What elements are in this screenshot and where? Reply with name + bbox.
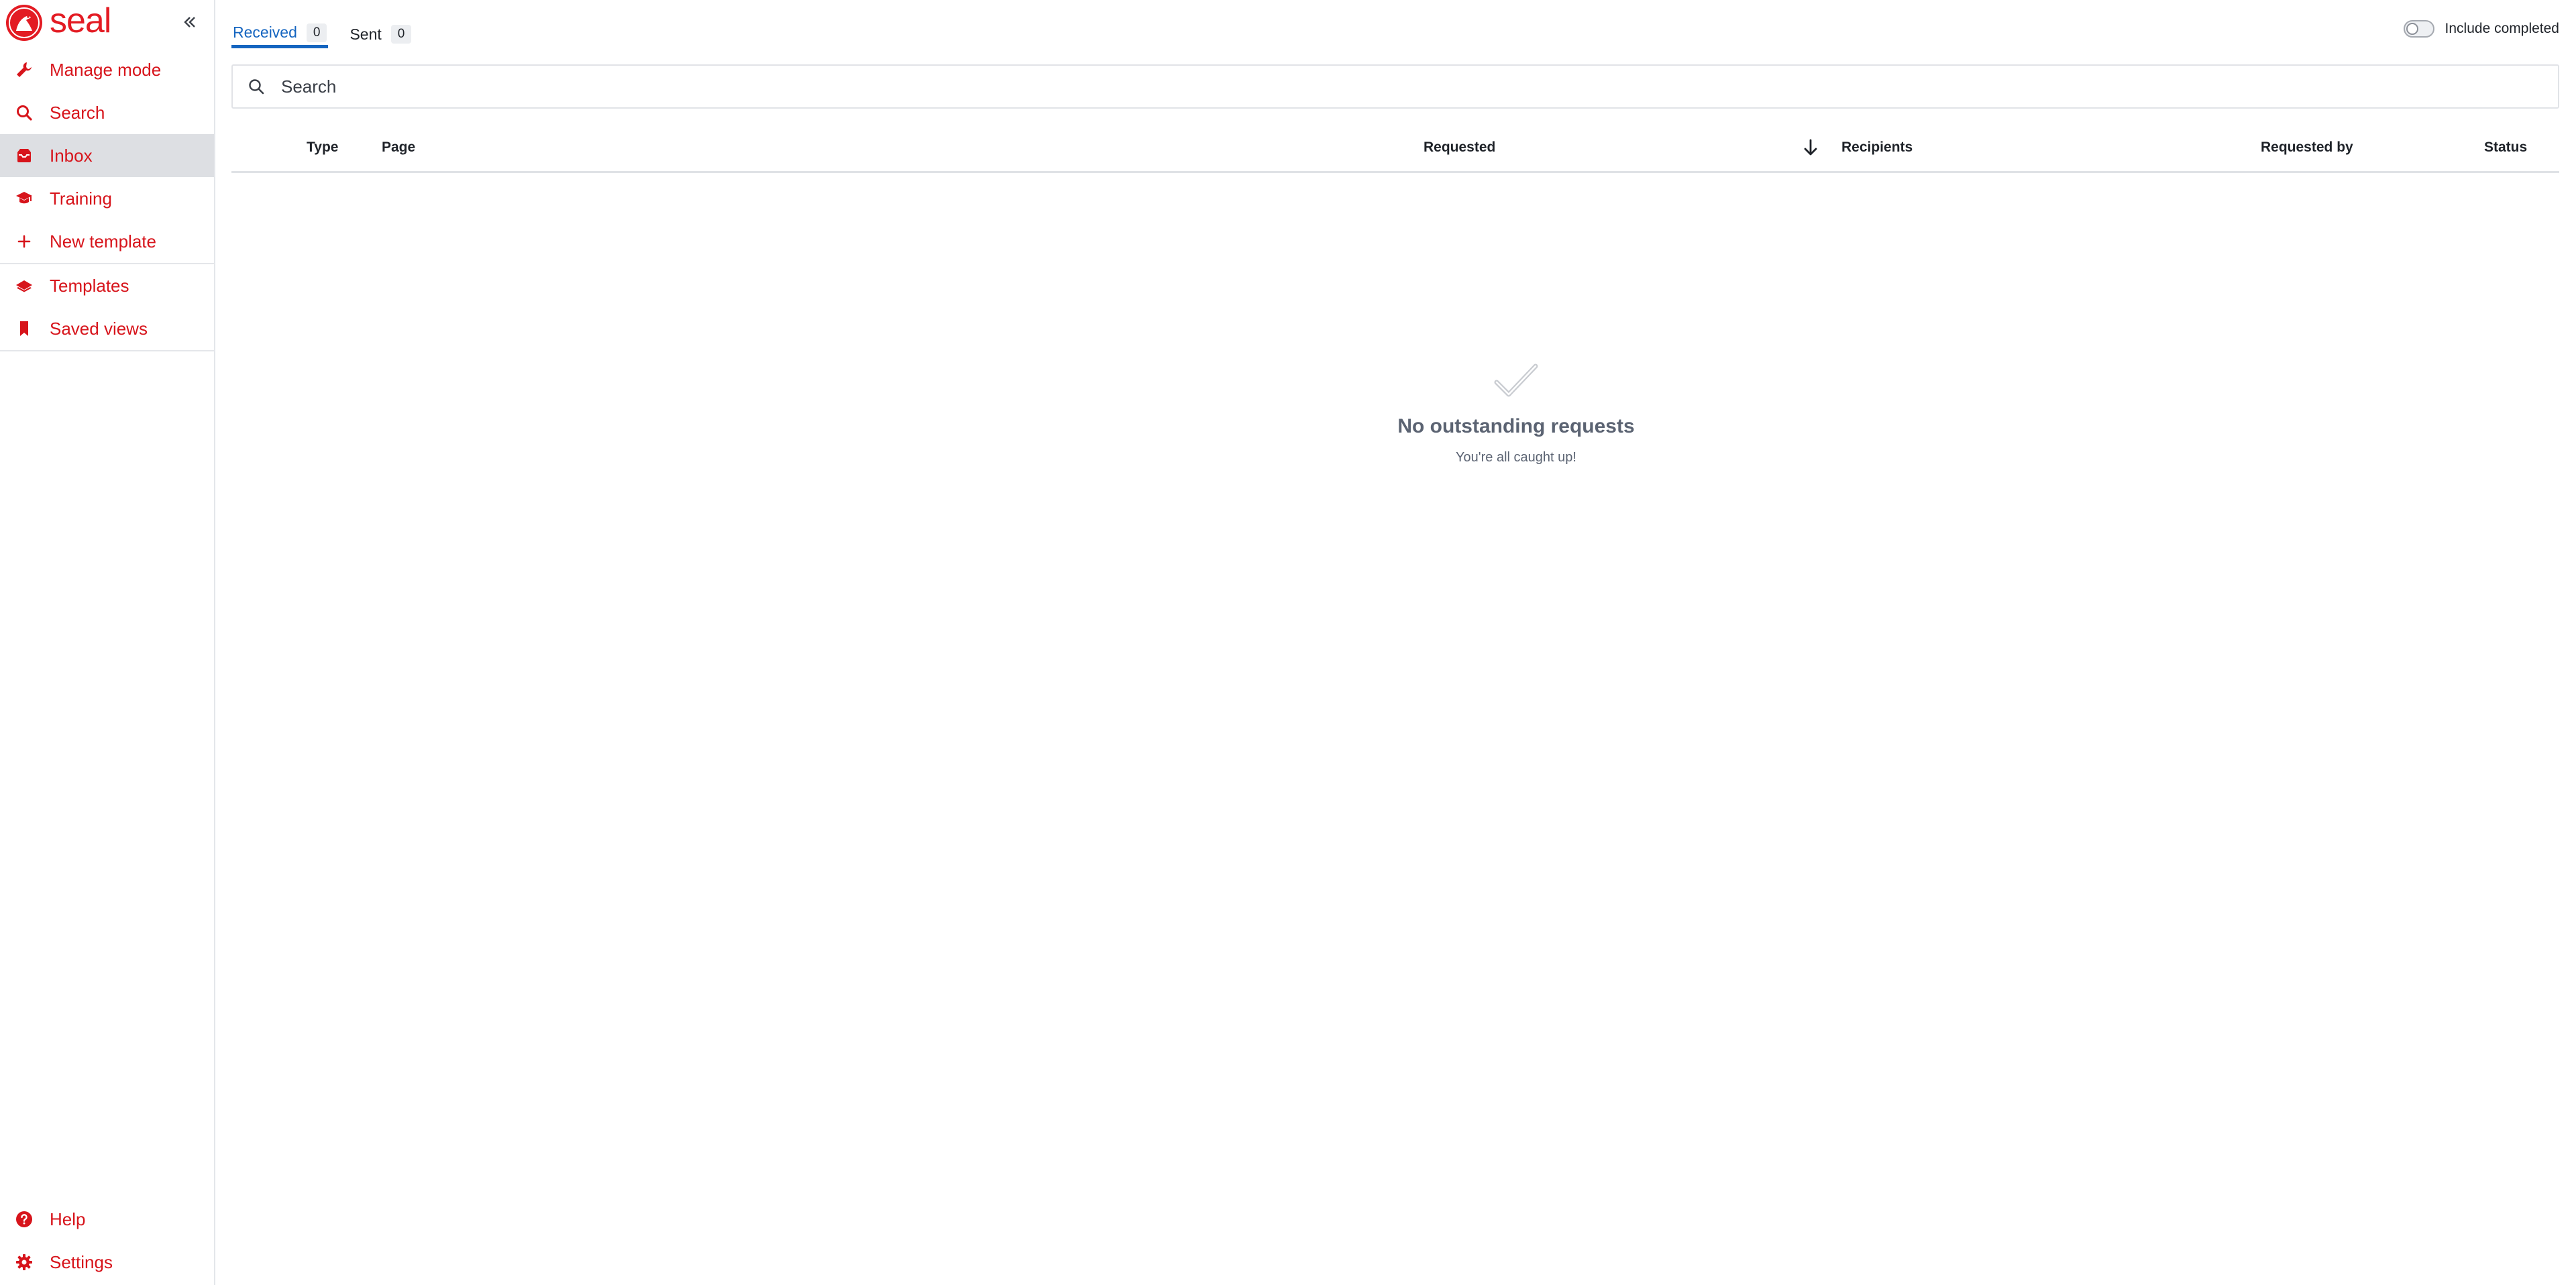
column-header-recipients[interactable]: Recipients <box>1841 131 1913 164</box>
sidebar: seal Manage mode Search Inbox Training N… <box>0 0 215 1285</box>
column-label: Type <box>307 139 339 155</box>
nav-divider <box>0 350 214 351</box>
column-label: Page <box>382 139 416 155</box>
sidebar-bottom-nav: Help Settings <box>0 1198 214 1284</box>
empty-state: No outstanding requests You're all caugh… <box>1348 362 1684 465</box>
sidebar-item-label: Inbox <box>50 145 93 166</box>
toggle-knob <box>2406 23 2418 35</box>
search-box <box>231 64 2559 109</box>
collapse-sidebar-button[interactable] <box>180 12 200 32</box>
column-header-status[interactable]: Status <box>2484 131 2527 164</box>
table-header: Type Page Requested Recipients Requested… <box>231 131 2559 173</box>
sidebar-item-saved-views[interactable]: Saved views <box>0 307 214 350</box>
tab-count-badge: 0 <box>390 25 412 44</box>
empty-state-subtitle: You're all caught up! <box>1456 450 1576 465</box>
layers-icon <box>15 276 34 295</box>
sidebar-item-templates[interactable]: Templates <box>0 264 214 307</box>
checkmark-icon <box>1494 364 1538 397</box>
column-header-page[interactable]: Page <box>382 131 415 164</box>
sidebar-item-label: Training <box>50 188 112 209</box>
double-chevron-left-icon <box>184 17 195 27</box>
sidebar-item-settings[interactable]: Settings <box>0 1241 214 1284</box>
search-icon <box>233 66 280 107</box>
column-label: Requested by <box>2261 139 2353 155</box>
empty-state-title: No outstanding requests <box>1397 415 1635 437</box>
sidebar-item-manage-mode[interactable]: Manage mode <box>0 48 214 91</box>
seal-logo-icon <box>6 5 42 41</box>
column-label: Status <box>2484 139 2528 155</box>
sidebar-item-training[interactable]: Training <box>0 177 214 220</box>
bookmark-icon <box>15 319 34 338</box>
include-completed-control: Include completed <box>2403 20 2559 38</box>
sidebar-item-label: Templates <box>50 275 129 296</box>
tab-count-badge: 0 <box>306 23 327 42</box>
tab-bar: Received 0 Sent 0 <box>231 20 413 51</box>
include-completed-toggle[interactable] <box>2403 20 2434 38</box>
sidebar-item-search[interactable]: Search <box>0 91 214 134</box>
column-label: Recipients <box>1841 139 1913 155</box>
brand-name: seal <box>50 1 111 40</box>
arrow-down-icon <box>1804 139 1817 156</box>
include-completed-label: Include completed <box>2445 21 2559 36</box>
sidebar-item-inbox[interactable]: Inbox <box>0 134 214 177</box>
brand[interactable]: seal <box>5 1 111 42</box>
tab-label: Received <box>233 23 297 41</box>
gear-icon <box>15 1253 34 1272</box>
graduation-cap-icon <box>15 189 34 208</box>
wrench-icon <box>15 60 34 79</box>
column-header-type[interactable]: Type <box>307 131 338 164</box>
sidebar-nav: Manage mode Search Inbox Training New te… <box>0 48 214 351</box>
main-content: Received 0 Sent 0 Include completed Type… <box>231 0 2559 1285</box>
plus-icon <box>15 232 34 251</box>
help-circle-icon <box>15 1210 34 1229</box>
sort-descending-button[interactable] <box>1803 131 1819 164</box>
tab-sent[interactable]: Sent 0 <box>348 20 413 48</box>
sidebar-item-help[interactable]: Help <box>0 1198 214 1241</box>
search-input[interactable] <box>280 75 2547 98</box>
sidebar-item-label: Search <box>50 102 105 123</box>
search-icon <box>15 103 34 122</box>
inbox-icon <box>15 146 34 165</box>
column-label: Requested <box>1424 139 1496 155</box>
column-header-requested-by[interactable]: Requested by <box>2261 131 2353 164</box>
tab-label: Sent <box>350 25 382 43</box>
sidebar-item-label: Saved views <box>50 318 148 339</box>
sidebar-item-label: Settings <box>50 1251 113 1272</box>
sidebar-item-label: Help <box>50 1209 86 1229</box>
tab-received[interactable]: Received 0 <box>231 20 329 48</box>
sidebar-item-label: Manage mode <box>50 59 162 80</box>
sidebar-item-label: New template <box>50 231 156 252</box>
sidebar-item-new-template[interactable]: New template <box>0 220 214 263</box>
column-header-requested[interactable]: Requested <box>1424 131 1495 164</box>
